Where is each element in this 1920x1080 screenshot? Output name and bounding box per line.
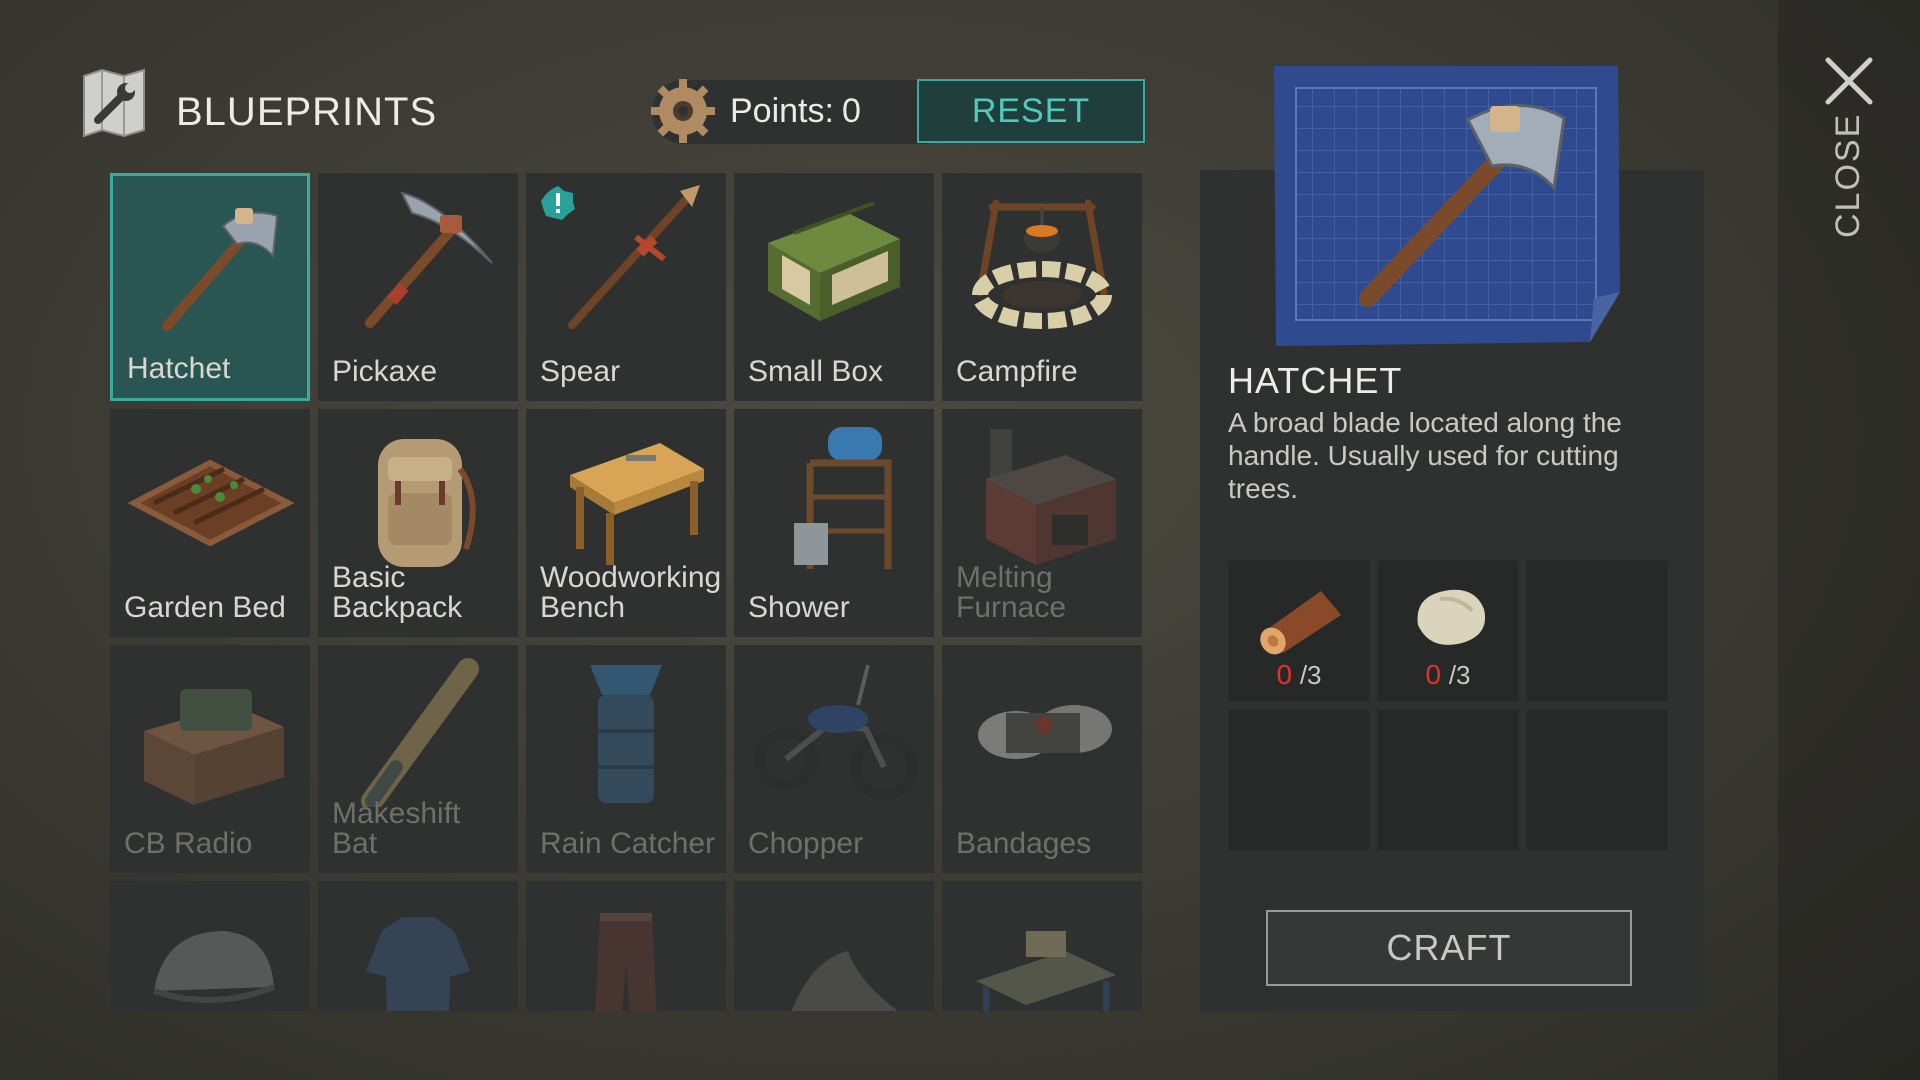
garden-bed-icon (127, 459, 295, 547)
blueprint-label: Rain Catcher (540, 827, 716, 860)
reset-button[interactable]: RESET (917, 79, 1145, 143)
hatchet-icon (162, 208, 279, 331)
blueprint-rain-catcher[interactable]: Rain Catcher (526, 645, 726, 873)
requirement-have: 0 (1425, 659, 1442, 690)
blueprint-label: Woodworking Bench (540, 561, 722, 624)
blueprint-shoes[interactable] (734, 881, 934, 1011)
shirt-icon (366, 917, 470, 1011)
blueprint-bandages[interactable]: Bandages (942, 645, 1142, 873)
craft-button[interactable]: CRAFT (1266, 910, 1632, 986)
blueprint-label: Garden Bed (124, 591, 286, 624)
requirement-have: 0 (1276, 659, 1293, 690)
close-icon[interactable] (1824, 56, 1874, 106)
blueprint-label: Shower (748, 591, 850, 624)
blueprint-campfire[interactable]: Campfire (942, 173, 1142, 401)
points-value: 0 (842, 92, 861, 130)
close-button[interactable]: CLOSE (1798, 113, 1898, 238)
blueprint-label: Makeshift Bat (332, 797, 461, 860)
blueprint-label: Basic Backpack (332, 561, 463, 624)
blueprint-label: Melting Furnace (956, 561, 1067, 624)
blueprint-cap[interactable] (110, 881, 310, 1011)
pants-icon (595, 913, 657, 1011)
blueprint-label: Spear (540, 355, 621, 388)
blueprint-chopper[interactable]: Chopper (734, 645, 934, 873)
blueprint-spear[interactable]: Spear (526, 173, 726, 401)
blueprint-label: Campfire (956, 355, 1078, 388)
workbench-icon (570, 443, 704, 565)
furnace-icon (986, 429, 1116, 565)
gear-icon (651, 79, 715, 143)
requirement-slot-empty (1526, 560, 1668, 702)
bat-icon (361, 658, 479, 807)
log-icon (1260, 591, 1341, 655)
blueprint-pickaxe[interactable]: Pickaxe (318, 173, 518, 401)
requirement-need: /3 (1448, 660, 1471, 690)
blueprint-woodworking-bench[interactable]: Woodworking Bench (526, 409, 726, 637)
backpack-icon (378, 439, 476, 567)
requirement-slot[interactable]: 0 /3 (1228, 560, 1370, 702)
bandages-icon (978, 705, 1112, 759)
blueprint-pants[interactable] (526, 881, 726, 1011)
requirement-slot-empty (1377, 709, 1519, 851)
blueprint-shower[interactable]: Shower (734, 409, 934, 637)
requirement-slot[interactable]: 0 /3 (1377, 560, 1519, 702)
blueprint-label: CB Radio (124, 827, 253, 860)
blueprint-label: Bandages (956, 827, 1092, 860)
pickaxe-icon (365, 191, 493, 328)
page-title: BLUEPRINTS (176, 90, 438, 134)
blueprint-small-box[interactable]: Small Box (734, 173, 934, 401)
blueprint-label: Chopper (748, 827, 864, 860)
blueprint-label: Pickaxe (332, 355, 438, 388)
blueprint-basic-backpack[interactable]: Basic Backpack (318, 409, 518, 637)
blueprint-hatchet[interactable]: Hatchet (110, 173, 310, 401)
blueprint-label: Small Box (748, 355, 884, 388)
blueprint-wrench-icon (83, 68, 145, 138)
blueprint-garden-bed[interactable]: Garden Bed (110, 409, 310, 637)
motorcycle-icon (755, 664, 917, 800)
blueprint-shirt[interactable] (318, 881, 518, 1011)
small-box-icon (768, 201, 900, 321)
item-description: A broad blade located along the handle. … (1228, 407, 1622, 504)
blueprint-grid: Hatchet Pickaxe Spear Small Box Campfire… (110, 173, 1142, 1011)
blueprint-table[interactable] (942, 881, 1142, 1011)
cap-icon (153, 931, 276, 1004)
campfire-icon (972, 199, 1112, 329)
requirement-slot-empty (1526, 709, 1668, 851)
shower-icon (794, 427, 892, 569)
blueprint-label: Hatchet (127, 352, 231, 385)
shoes-icon (791, 951, 898, 1011)
stone-icon (1417, 589, 1486, 645)
hatchet-blueprint-icon (1274, 66, 1620, 346)
requirement-need: /3 (1299, 660, 1322, 690)
alert-icon (541, 186, 575, 220)
rain-catcher-icon (590, 665, 662, 803)
blueprint-makeshift-bat[interactable]: Makeshift Bat (318, 645, 518, 873)
table-icon (976, 931, 1116, 1011)
item-name: HATCHET (1228, 360, 1403, 401)
requirement-slot-empty (1228, 709, 1370, 851)
points-label: Points: (730, 92, 834, 130)
radio-icon (144, 658, 284, 805)
blueprint-cb-radio[interactable]: CB Radio (110, 645, 310, 873)
blueprint-melting-furnace[interactable]: Melting Furnace (942, 409, 1142, 637)
